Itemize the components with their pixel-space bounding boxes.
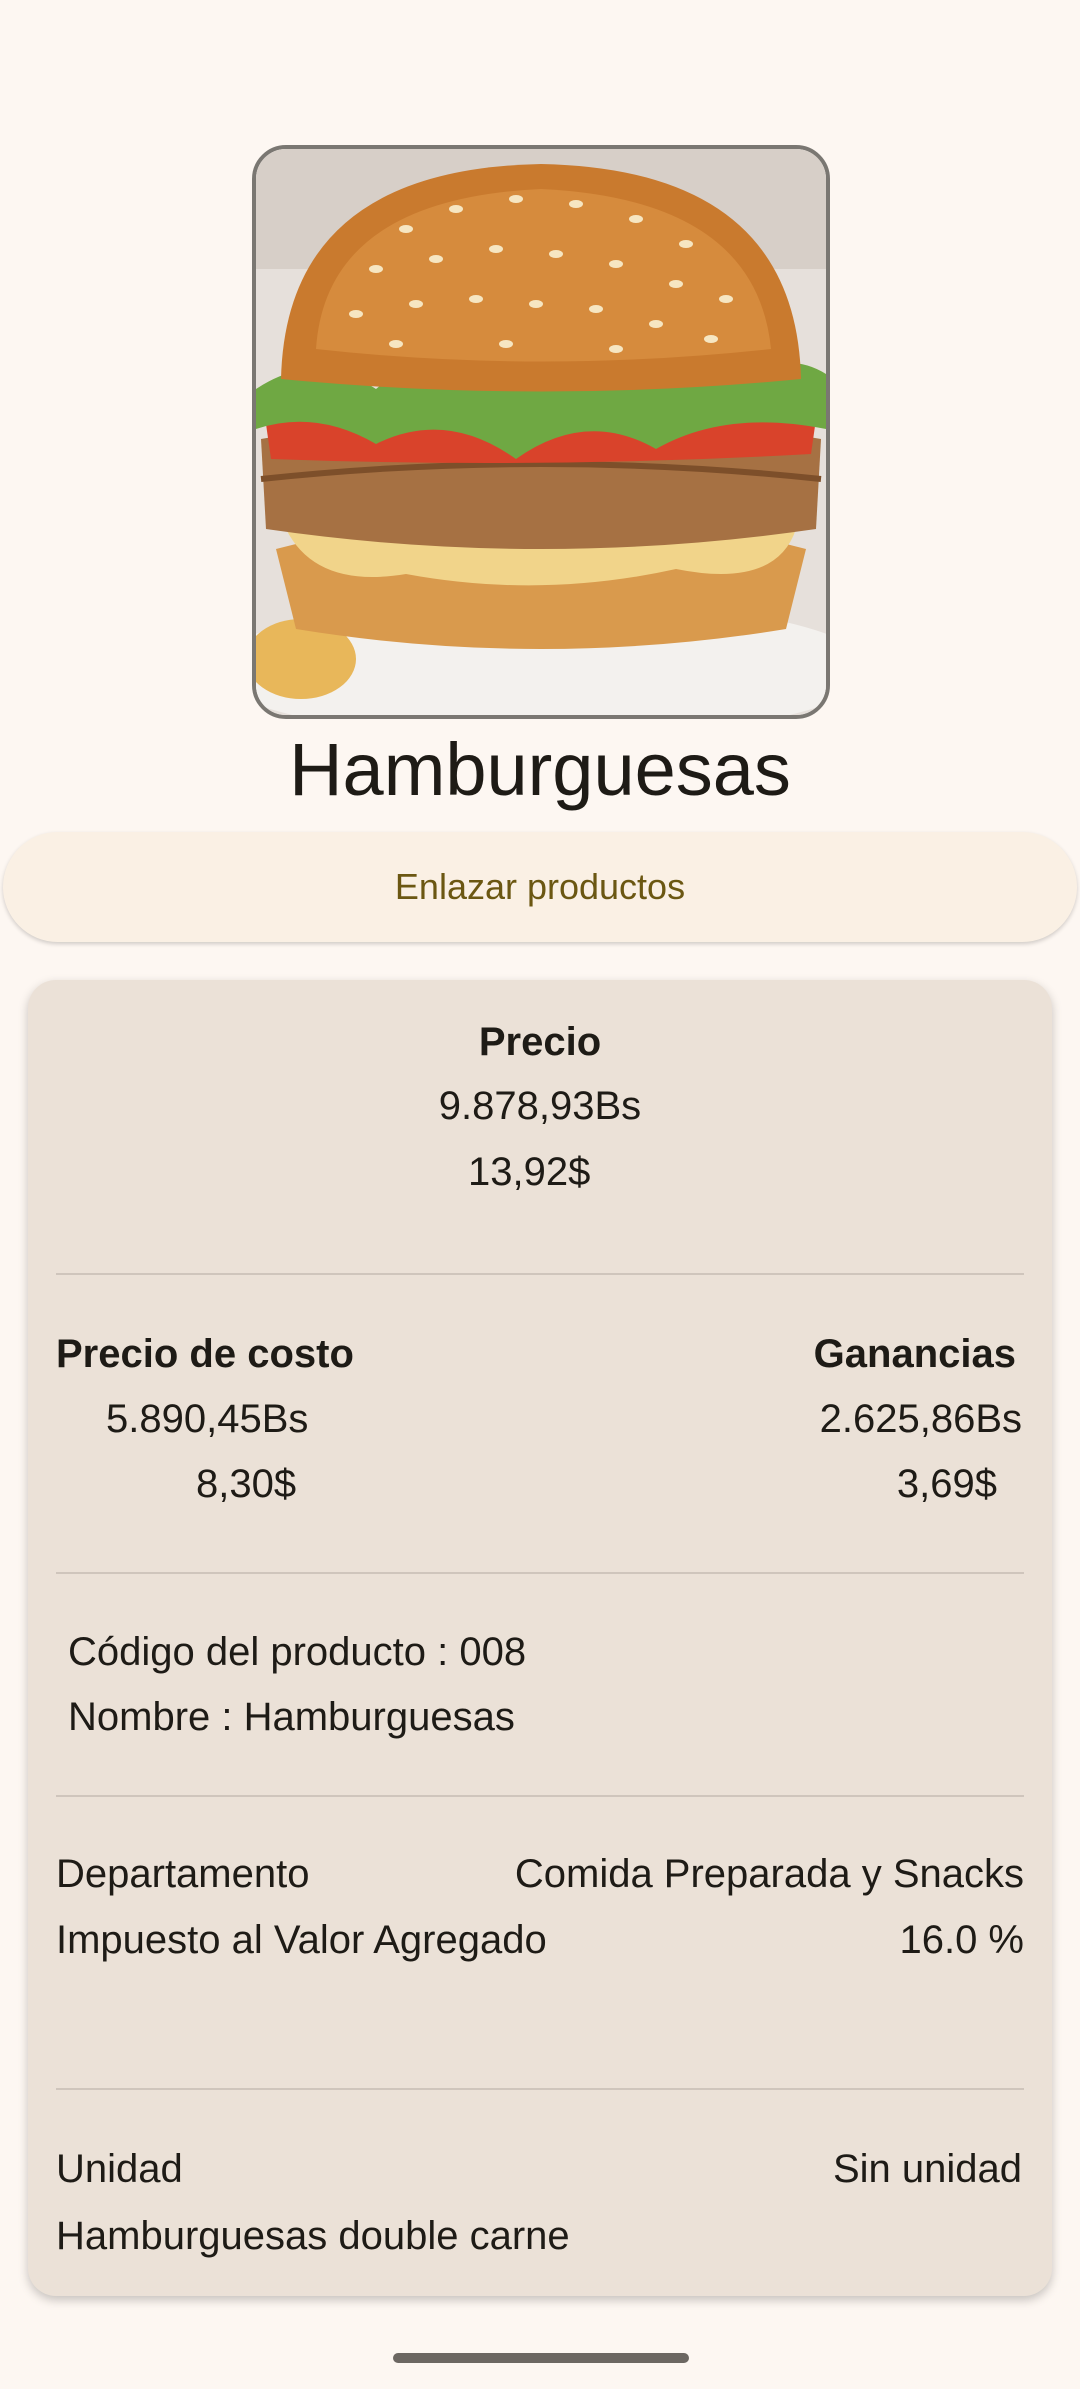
- product-image[interactable]: [252, 145, 830, 719]
- cost-heading: Precio de costo: [56, 1332, 354, 1376]
- cost-usd: 8,30$: [196, 1462, 297, 1506]
- profit-bs: 2.625,86Bs: [819, 1397, 1022, 1441]
- cost-bs: 5.890,45Bs: [106, 1397, 309, 1441]
- price-bs: 9.878,93Bs: [438, 1084, 642, 1128]
- hamburger-illustration: [256, 149, 826, 715]
- product-title: Hamburguesas: [289, 728, 791, 811]
- link-products-label: Enlazar productos: [394, 866, 686, 907]
- product-name: Nombre : Hamburguesas: [68, 1695, 515, 1739]
- divider: [56, 1572, 1024, 1574]
- divider: [56, 1795, 1024, 1797]
- gesture-home-bar[interactable]: [393, 2353, 689, 2363]
- price-heading: Precio: [478, 1020, 602, 1064]
- divider: [56, 2088, 1024, 2090]
- profit-heading: Ganancias: [813, 1332, 1016, 1376]
- unit-description: Hamburguesas double carne: [56, 2214, 570, 2258]
- tax-value: 16.0 %: [899, 1918, 1024, 1962]
- unit-label: Unidad: [56, 2147, 183, 2191]
- product-code: Código del producto : 008: [68, 1630, 527, 1674]
- profit-usd: 3,69$: [896, 1462, 997, 1506]
- link-products-button[interactable]: Enlazar productos: [3, 832, 1077, 942]
- unit-value: Sin unidad: [832, 2147, 1022, 2191]
- divider: [56, 1273, 1024, 1275]
- price-usd: 13,92$: [468, 1150, 591, 1194]
- product-details-card: Precio 9.878,93Bs 13,92$ Precio de costo…: [28, 980, 1052, 2296]
- department-label: Departamento: [56, 1852, 310, 1896]
- department-value: Comida Preparada y Snacks: [514, 1852, 1024, 1896]
- tax-label: Impuesto al Valor Agregado: [56, 1918, 547, 1962]
